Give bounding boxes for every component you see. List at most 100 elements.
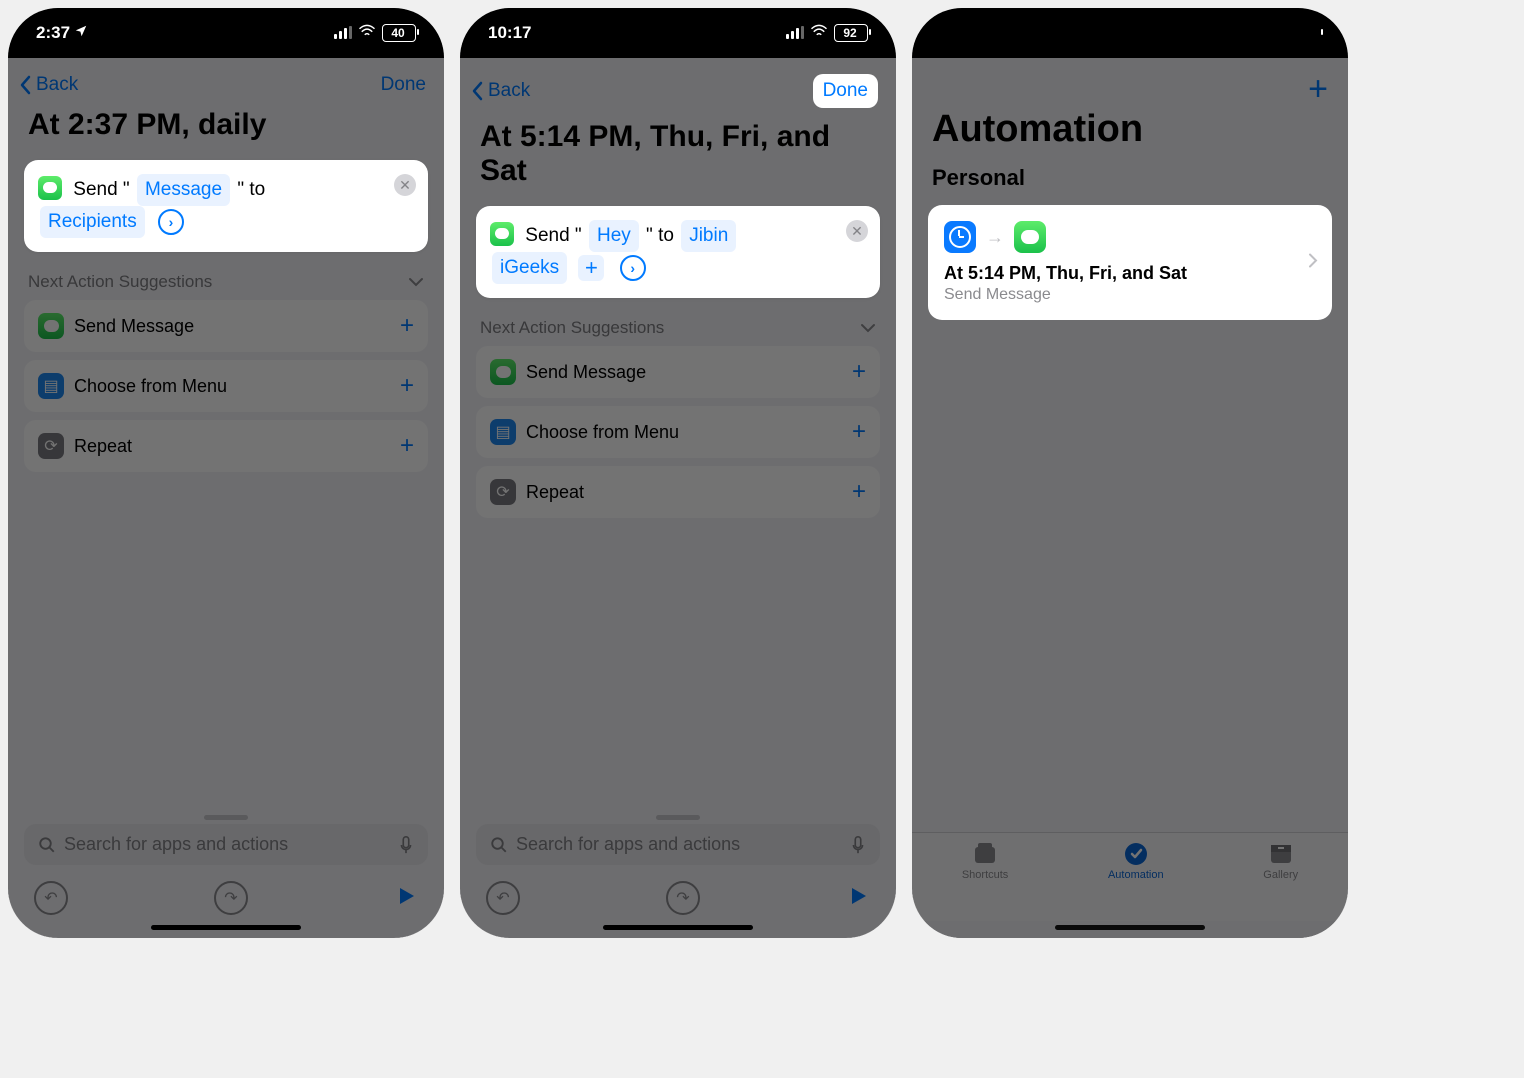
add-icon[interactable]: + xyxy=(852,478,866,506)
chevron-down-icon[interactable] xyxy=(860,318,876,338)
search-placeholder: Search for apps and actions xyxy=(516,834,740,855)
suggestion-choose-from-menu[interactable]: ▤ Choose from Menu + xyxy=(24,360,428,412)
status-bar: 2:37 40 xyxy=(8,8,444,58)
clear-action-icon[interactable]: ✕ xyxy=(846,220,868,242)
cellular-icon xyxy=(334,27,352,39)
add-icon[interactable]: + xyxy=(852,418,866,446)
chevron-right-icon xyxy=(1308,252,1318,273)
mic-icon[interactable] xyxy=(398,835,414,855)
done-button[interactable]: Done xyxy=(381,74,426,96)
tab-automation[interactable]: Automation xyxy=(1108,841,1164,881)
add-icon[interactable]: + xyxy=(852,358,866,386)
status-time: 10:17 xyxy=(488,23,531,43)
messages-app-icon xyxy=(490,222,514,246)
battery-indicator: 92 xyxy=(834,24,868,42)
send-text: Send " xyxy=(525,225,581,246)
phone-panel-3: 10:31 90 + Automation Personal → xyxy=(912,8,1348,938)
redo-button[interactable]: ↷ xyxy=(666,881,700,915)
drag-grabber[interactable] xyxy=(204,815,248,820)
suggestion-choose-from-menu[interactable]: ▤Choose from Menu + xyxy=(476,406,880,458)
messages-app-icon xyxy=(1014,221,1046,253)
suggestions-header: Next Action Suggestions xyxy=(480,318,664,338)
redo-button[interactable]: ↷ xyxy=(214,881,248,915)
tab-gallery[interactable]: Gallery xyxy=(1263,841,1298,881)
messages-app-icon xyxy=(38,176,62,200)
tab-bar: Shortcuts Automation Gallery xyxy=(912,832,1348,921)
cellular-icon xyxy=(1238,27,1256,39)
back-button[interactable]: Back xyxy=(18,74,78,96)
tab-label: Automation xyxy=(1108,869,1164,881)
battery-indicator: 90 xyxy=(1286,24,1320,42)
mic-icon[interactable] xyxy=(850,835,866,855)
wifi-icon xyxy=(810,23,828,43)
messages-icon xyxy=(490,359,516,385)
cellular-icon xyxy=(786,27,804,39)
recipient-pill-2[interactable]: iGeeks xyxy=(492,252,567,284)
to-text: " to xyxy=(646,225,674,246)
home-indicator[interactable] xyxy=(151,925,301,930)
tab-label: Gallery xyxy=(1263,869,1298,881)
back-label: Back xyxy=(488,80,530,102)
home-indicator[interactable] xyxy=(1055,925,1205,930)
message-placeholder-pill[interactable]: Message xyxy=(137,174,230,206)
send-text: Send " xyxy=(73,179,129,200)
sugg-label: Send Message xyxy=(74,316,194,337)
recipients-placeholder-pill[interactable]: Recipients xyxy=(40,206,145,238)
chevron-down-icon[interactable] xyxy=(408,272,424,292)
suggestion-send-message[interactable]: Send Message + xyxy=(476,346,880,398)
home-indicator[interactable] xyxy=(603,925,753,930)
disclosure-icon[interactable]: › xyxy=(620,255,646,281)
add-automation-button[interactable]: + xyxy=(1308,70,1328,109)
tab-shortcuts[interactable]: Shortcuts xyxy=(962,841,1008,881)
search-placeholder: Search for apps and actions xyxy=(64,834,288,855)
search-icon xyxy=(490,836,508,854)
sugg-label: Send Message xyxy=(526,362,646,383)
back-label: Back xyxy=(36,74,78,96)
suggestion-repeat[interactable]: ⟳Repeat + xyxy=(24,420,428,472)
add-icon[interactable]: + xyxy=(400,432,414,460)
drag-grabber[interactable] xyxy=(656,815,700,820)
phone-panel-1: 2:37 40 Back Done xyxy=(8,8,444,938)
status-bar: 10:31 90 xyxy=(912,8,1348,58)
suggestion-repeat[interactable]: ⟳Repeat + xyxy=(476,466,880,518)
repeat-icon: ⟳ xyxy=(38,433,64,459)
status-time: 2:37 xyxy=(36,23,70,43)
phone-panel-2: 10:17 92 Back Done At 5:14 PM, xyxy=(460,8,896,938)
automation-row[interactable]: → At 5:14 PM, Thu, Fri, and Sat Send Mes… xyxy=(928,205,1332,320)
repeat-icon: ⟳ xyxy=(490,479,516,505)
messages-icon xyxy=(38,313,64,339)
page-title: At 5:14 PM, Thu, Fri, and Sat xyxy=(460,118,896,202)
menu-icon: ▤ xyxy=(38,373,64,399)
sugg-label: Choose from Menu xyxy=(526,422,679,443)
send-message-action-card[interactable]: Send " Message " to Recipients › ✕ xyxy=(24,160,428,252)
status-time: 10:31 xyxy=(940,23,983,43)
sugg-label: Choose from Menu xyxy=(74,376,227,397)
send-message-action-card[interactable]: Send " Hey " to Jibin iGeeks + › ✕ xyxy=(476,206,880,298)
recipient-pill-1[interactable]: Jibin xyxy=(681,220,736,252)
to-text: " to xyxy=(237,179,265,200)
suggestion-send-message[interactable]: Send Message + xyxy=(24,300,428,352)
clear-action-icon[interactable]: ✕ xyxy=(394,174,416,196)
message-text-pill[interactable]: Hey xyxy=(589,220,639,252)
status-bar: 10:17 92 xyxy=(460,8,896,58)
search-input[interactable]: Search for apps and actions xyxy=(476,824,880,865)
run-button[interactable] xyxy=(846,884,870,913)
search-input[interactable]: Search for apps and actions xyxy=(24,824,428,865)
back-button[interactable]: Back xyxy=(470,80,530,102)
add-recipient-icon[interactable]: + xyxy=(578,255,604,281)
automation-card-title: At 5:14 PM, Thu, Fri, and Sat xyxy=(944,263,1316,284)
battery-indicator: 40 xyxy=(382,24,416,42)
add-icon[interactable]: + xyxy=(400,312,414,340)
suggestions-header: Next Action Suggestions xyxy=(28,272,212,292)
page-title: At 2:37 PM, daily xyxy=(8,106,444,156)
undo-button[interactable]: ↶ xyxy=(486,881,520,915)
wifi-icon xyxy=(1262,23,1280,43)
run-button[interactable] xyxy=(394,884,418,913)
disclosure-icon[interactable]: › xyxy=(158,209,184,235)
done-button[interactable]: Done xyxy=(813,74,878,108)
automation-title: Automation xyxy=(912,58,1348,157)
undo-button[interactable]: ↶ xyxy=(34,881,68,915)
wifi-icon xyxy=(358,23,376,43)
location-icon xyxy=(74,23,88,43)
add-icon[interactable]: + xyxy=(400,372,414,400)
